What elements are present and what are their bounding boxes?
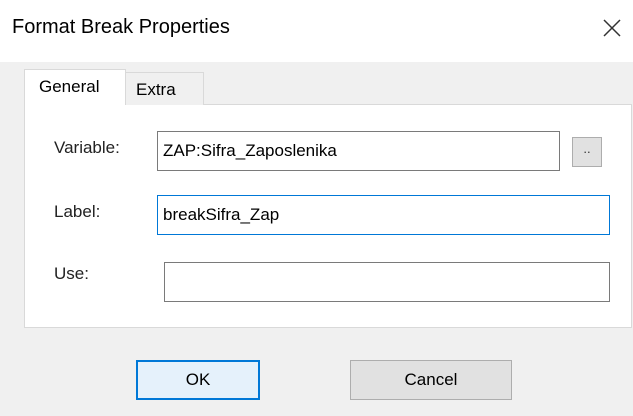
format-break-properties-dialog: Format Break Properties General Extra Va… xyxy=(0,0,633,416)
use-label: Use: xyxy=(54,264,89,283)
label-input[interactable] xyxy=(157,195,610,235)
use-input[interactable] xyxy=(164,262,610,302)
variable-input[interactable] xyxy=(157,131,560,171)
variable-label: Variable: xyxy=(54,138,120,157)
label-label: Label: xyxy=(54,202,101,221)
dialog-title: Format Break Properties xyxy=(12,16,230,38)
close-button[interactable] xyxy=(596,12,628,44)
close-icon xyxy=(603,19,621,37)
tab-general[interactable]: General xyxy=(24,69,126,105)
cancel-button[interactable]: Cancel xyxy=(350,360,512,400)
ok-button[interactable]: OK xyxy=(136,360,260,400)
browse-variable-button[interactable]: .. xyxy=(572,137,602,167)
tab-extra[interactable]: Extra xyxy=(126,72,204,105)
title-bar: Format Break Properties xyxy=(0,0,633,62)
